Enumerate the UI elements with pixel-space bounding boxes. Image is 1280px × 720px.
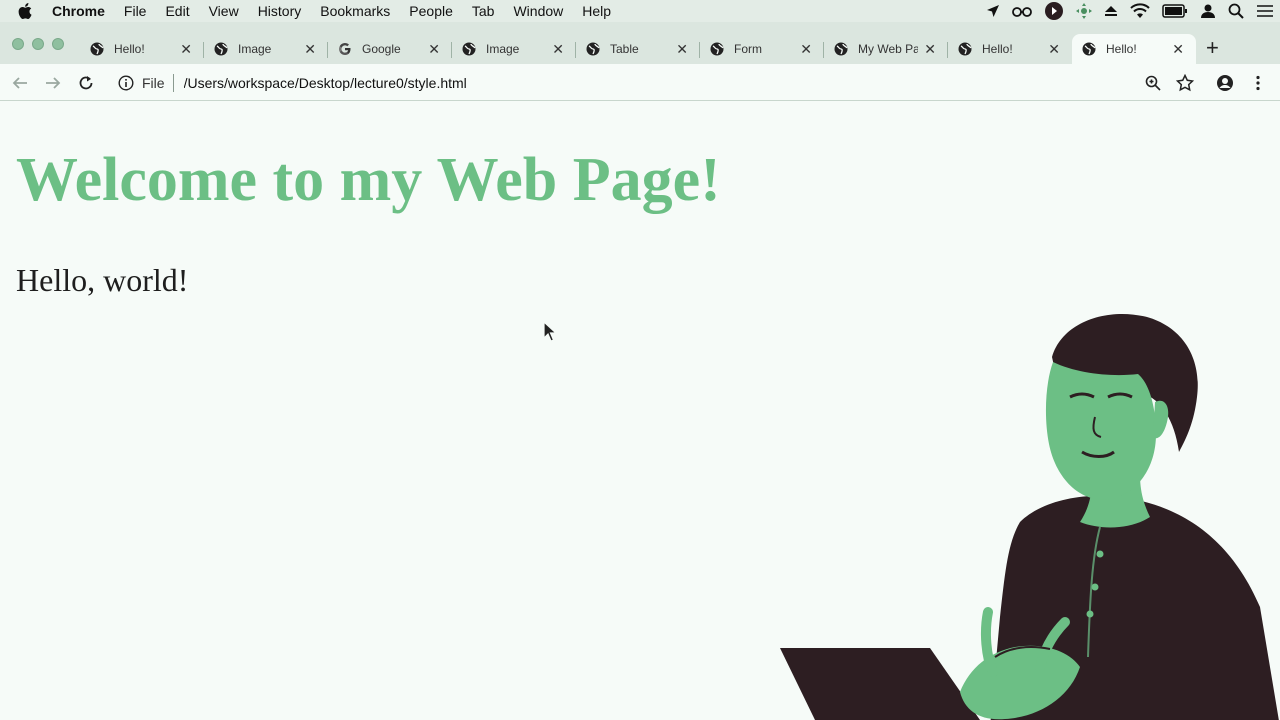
globe-icon — [90, 42, 104, 56]
tab[interactable]: Image ✕ — [452, 34, 576, 64]
star-icon — [1176, 74, 1194, 92]
menu-help[interactable]: Help — [582, 3, 611, 19]
omnibox-divider — [172, 73, 174, 92]
zoom-button[interactable] — [1143, 73, 1163, 93]
close-tab-icon[interactable]: ✕ — [180, 41, 192, 58]
eject-icon[interactable] — [1104, 4, 1118, 18]
wifi-icon[interactable] — [1130, 3, 1150, 19]
close-tab-icon[interactable]: ✕ — [1048, 41, 1060, 58]
apple-icon[interactable] — [18, 3, 38, 19]
tab-label: Hello! — [1106, 42, 1137, 56]
menu-history[interactable]: History — [258, 3, 302, 19]
page-paragraph: Hello, world! — [16, 262, 189, 298]
battery-icon[interactable] — [1162, 4, 1188, 18]
globe-icon — [958, 42, 972, 56]
tab-label: Image — [238, 42, 272, 56]
address-bar[interactable]: File — [108, 69, 1208, 96]
menu-file[interactable]: File — [124, 3, 147, 19]
menu-view[interactable]: View — [209, 3, 239, 19]
arrow-left-icon — [12, 77, 27, 89]
tab[interactable]: Image ✕ — [204, 34, 328, 64]
globe-icon — [214, 42, 228, 56]
account-circle-icon — [1217, 75, 1233, 91]
browser-toolbar: File — [0, 64, 1280, 101]
notification-center-icon[interactable] — [1256, 4, 1274, 18]
close-tab-icon[interactable]: ✕ — [924, 41, 936, 58]
tab[interactable]: My Web Pa ✕ — [824, 34, 948, 64]
tab[interactable]: Hello! ✕ — [948, 34, 1072, 64]
globe-icon — [834, 42, 848, 56]
menu-tab[interactable]: Tab — [472, 3, 495, 19]
glasses-icon[interactable] — [1012, 4, 1032, 18]
close-tab-icon[interactable]: ✕ — [800, 41, 812, 58]
tab-label: My Web Pa — [858, 42, 918, 56]
zoom-window-button[interactable] — [52, 38, 64, 50]
forward-button[interactable] — [43, 73, 63, 93]
reload-button[interactable] — [76, 73, 96, 93]
kebab-menu-icon — [1256, 75, 1260, 91]
web-page-content: Welcome to my Web Page! Hello, world! — [0, 102, 1280, 720]
location-icon[interactable] — [986, 4, 1000, 18]
mouse-cursor-icon — [543, 321, 557, 342]
tab-label: Hello! — [114, 42, 145, 56]
macos-menu-bar: Chrome File Edit View History Bookmarks … — [0, 0, 1280, 22]
close-tab-icon[interactable]: ✕ — [428, 41, 440, 58]
menu-bookmarks[interactable]: Bookmarks — [320, 3, 390, 19]
spotlight-search-icon[interactable] — [1228, 3, 1244, 19]
menu-bar-status-area — [986, 0, 1274, 22]
tab[interactable]: Google ✕ — [328, 34, 452, 64]
menu-edit[interactable]: Edit — [165, 3, 189, 19]
info-icon[interactable] — [118, 74, 134, 91]
globe-icon — [586, 42, 600, 56]
globe-icon — [710, 42, 724, 56]
window-controls — [12, 38, 64, 50]
tab-label: Table — [610, 42, 639, 56]
close-window-button[interactable] — [12, 38, 24, 50]
tab-label: Image — [486, 42, 520, 56]
globe-icon — [462, 42, 476, 56]
close-tab-icon[interactable]: ✕ — [676, 41, 688, 58]
back-button[interactable] — [10, 73, 30, 93]
close-tab-icon[interactable]: ✕ — [304, 41, 316, 58]
tab[interactable]: Form ✕ — [700, 34, 824, 64]
close-tab-icon[interactable]: ✕ — [1172, 41, 1184, 58]
menu-window[interactable]: Window — [513, 3, 563, 19]
reload-icon — [79, 76, 93, 90]
profile-button[interactable] — [1215, 73, 1235, 93]
menu-people[interactable]: People — [409, 3, 453, 19]
bookmark-button[interactable] — [1175, 73, 1195, 93]
tab-label: Hello! — [982, 42, 1013, 56]
tab-strip: Hello! ✕ Image ✕ Google ✕ Image ✕ Table … — [0, 22, 1280, 64]
user-icon[interactable] — [1200, 3, 1216, 19]
menu-chrome[interactable]: Chrome — [52, 3, 105, 19]
move-icon[interactable] — [1076, 3, 1092, 19]
tab[interactable]: Hello! ✕ — [80, 34, 204, 64]
tab[interactable]: Table ✕ — [576, 34, 700, 64]
tab-active[interactable]: Hello! ✕ — [1072, 34, 1196, 64]
minimize-window-button[interactable] — [32, 38, 44, 50]
close-tab-icon[interactable]: ✕ — [552, 41, 564, 58]
tab-label: Form — [734, 42, 762, 56]
arrow-right-icon — [46, 77, 61, 89]
globe-icon — [1082, 42, 1096, 56]
url-input[interactable] — [183, 74, 1084, 91]
google-icon — [339, 43, 351, 55]
tab-label: Google — [362, 42, 401, 56]
zoom-icon — [1145, 75, 1161, 91]
chrome-menu-button[interactable] — [1248, 73, 1268, 93]
presenter-video-overlay — [780, 313, 1279, 720]
page-heading: Welcome to my Web Page! — [16, 146, 721, 214]
url-scheme-label: File — [142, 74, 165, 91]
play-icon[interactable] — [1044, 1, 1064, 21]
new-tab-button[interactable]: + — [1206, 35, 1219, 61]
